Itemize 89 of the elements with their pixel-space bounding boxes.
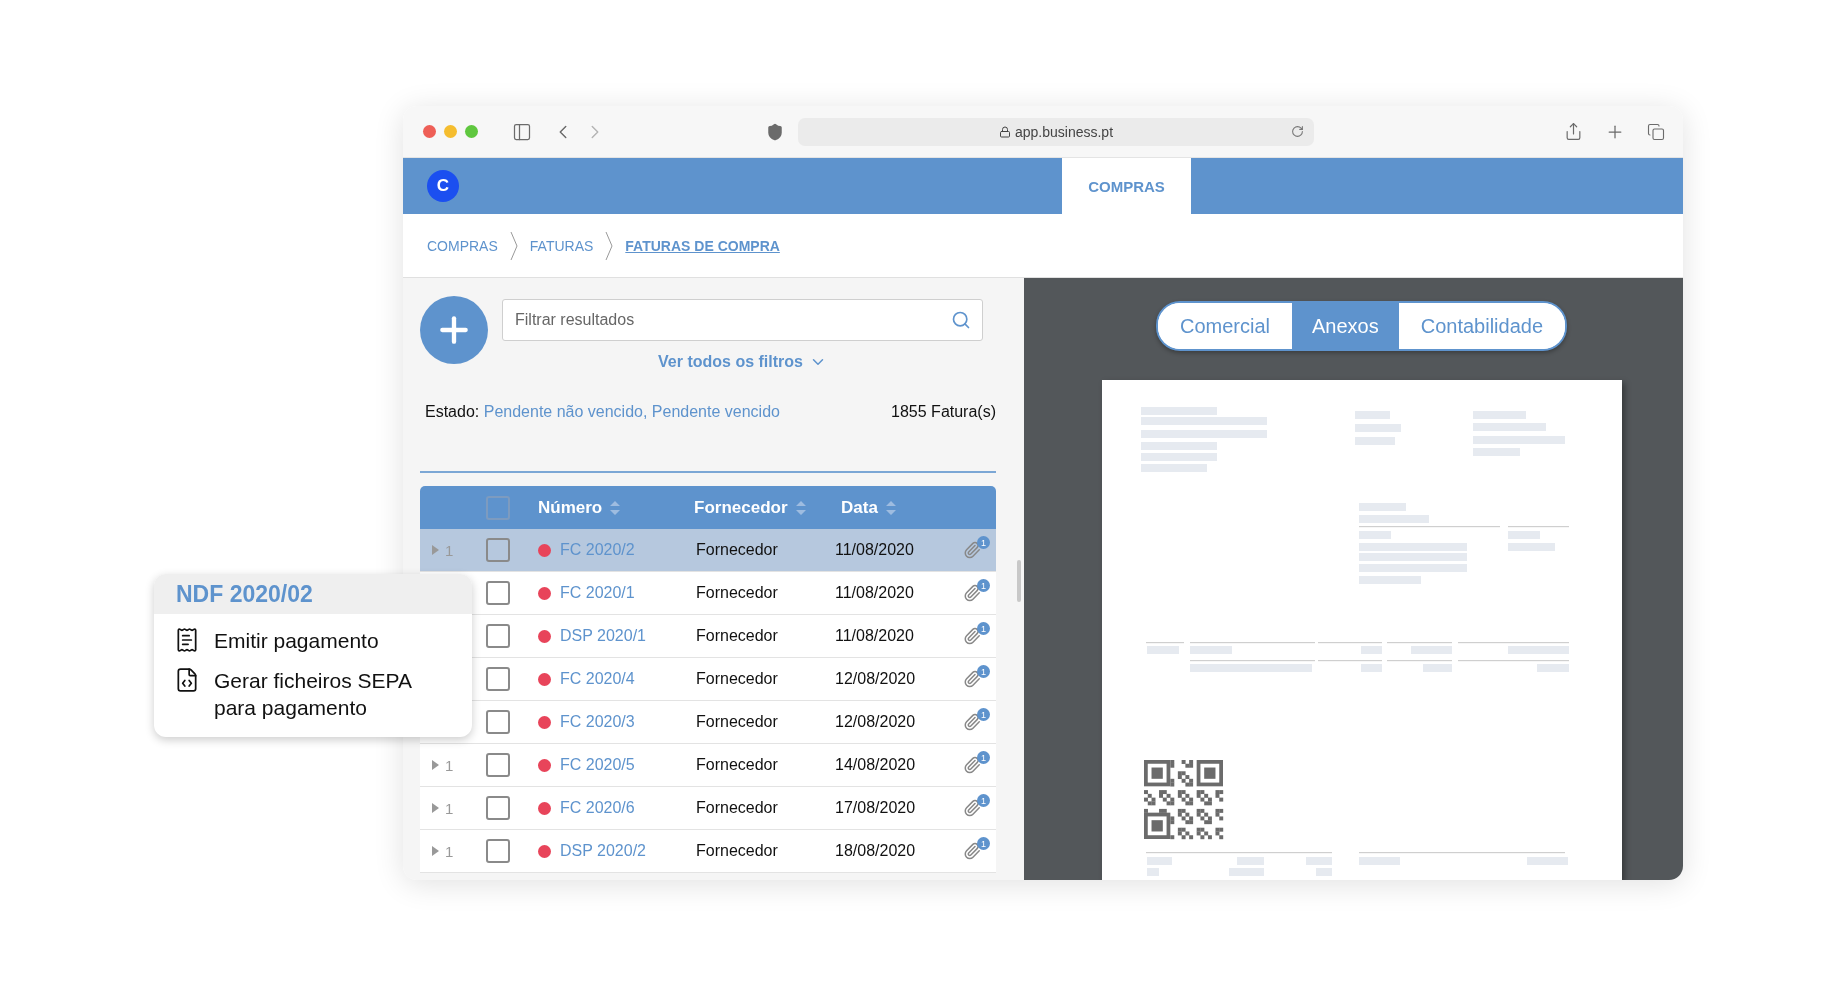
expand-caret-icon[interactable] [432,803,439,813]
scrollbar-thumb[interactable] [1016,560,1021,602]
paperclip-icon[interactable] [963,756,981,774]
child-count: 1 [445,756,454,774]
paperclip-icon[interactable] [963,584,981,602]
attachment-count-badge: 1 [977,579,990,592]
shield-icon[interactable] [766,122,784,141]
invoice-number-link[interactable]: FC 2020/2 [560,541,635,559]
column-header[interactable]: Data [841,497,878,518]
select-all-checkbox[interactable] [486,495,510,520]
invoice-number-link[interactable]: DSP 2020/2 [560,842,646,860]
attachment-count-badge: 1 [977,665,990,678]
attachment-count-badge: 1 [977,708,990,721]
date-cell-text: 11/08/2020 [834,584,915,602]
nav-tab[interactable]: COMPRAS [1062,158,1191,214]
paperclip-icon[interactable] [963,799,981,817]
invoice-number-link[interactable]: FC 2020/5 [560,756,635,774]
attachment-count-badge: 1 [977,751,990,764]
row-checkbox[interactable] [486,796,510,820]
search-field[interactable]: Filtrar resultados [502,299,983,341]
invoice-number-link[interactable]: FC 2020/6 [560,799,635,817]
date-cell-text: 11/08/2020 [834,541,915,559]
supplier-cell-text: Fornecedor [695,842,779,860]
attachment-count-badge: 1 [977,794,990,807]
date-cell-text: 17/08/2020 [834,799,917,817]
receipt-icon [174,627,200,653]
app-logo[interactable]: C [427,170,459,202]
attachment-count-badge: 1 [977,837,990,850]
breadcrumb-separator-icon [509,231,518,260]
date-cell-text: 18/08/2020 [834,842,917,860]
date-cell-text: 11/08/2020 [834,627,915,645]
code-file-icon [174,667,200,693]
invoice-number-link[interactable]: FC 2020/3 [560,713,635,731]
view-tab[interactable]: Contabilidade [1398,303,1566,349]
table-row[interactable]: 1 FC 2020/2 Fornecedor 11/08/2020 1 [420,529,996,572]
supplier-cell-text: Fornecedor [695,670,779,688]
child-count: 1 [445,541,454,559]
paperclip-icon[interactable] [963,713,981,731]
breadcrumb-link[interactable]: COMPRAS [427,237,498,254]
supplier-cell-text: Fornecedor [695,713,779,731]
column-header[interactable]: Fornecedor [694,497,788,518]
search-icon[interactable] [951,310,971,330]
row-checkbox[interactable] [486,753,510,777]
lock-icon [998,125,1011,138]
supplier-cell-text: Fornecedor [695,541,779,559]
invoice-number-link[interactable]: DSP 2020/1 [560,627,646,645]
supplier-cell-text: Fornecedor [695,799,779,817]
row-checkbox[interactable] [486,667,510,691]
address-bar[interactable]: app.business.pt [798,117,1314,146]
column-header[interactable]: Número [538,497,603,518]
row-checkbox[interactable] [486,581,510,605]
breadcrumb-separator-icon [605,231,614,260]
date-cell-text: 12/08/2020 [834,670,917,688]
attachment-count-badge: 1 [977,536,990,549]
menu-title: NDF 2020/02 [154,574,472,614]
breadcrumb-link[interactable]: FATURAS [529,237,594,254]
supplier-cell-text: Fornecedor [695,584,779,602]
reload-icon[interactable] [1291,124,1304,138]
supplier-cell-text: Fornecedor [695,627,779,645]
paperclip-icon[interactable] [963,842,981,860]
filters-link[interactable]: Ver todos os filtros [658,353,827,371]
tabs-overview-icon[interactable] [1647,122,1665,141]
view-tab[interactable]: Comercial [1157,303,1292,349]
invoice-number-link[interactable]: FC 2020/1 [560,584,635,602]
expand-caret-icon[interactable] [432,846,439,856]
date-cell-text: 12/08/2020 [834,713,917,731]
view-tab[interactable]: Anexos [1292,303,1399,349]
paperclip-icon[interactable] [963,627,981,645]
status-filter-link[interactable]: Pendente não vencido, Pendente vencido [483,403,780,420]
paperclip-icon[interactable] [963,670,981,688]
result-count: 1855 Fatura(s) [891,403,996,421]
supplier-cell-text: Fornecedor [695,756,779,774]
breadcrumb-link[interactable]: FATURAS DE COMPRA [625,237,780,254]
paperclip-icon[interactable] [963,541,981,559]
status-filter-text: Estado: Pendente não vencido, Pendente vencido [425,403,780,421]
row-checkbox[interactable] [486,538,510,562]
row-checkbox[interactable] [486,624,510,648]
row-checkbox[interactable] [486,710,510,734]
share-icon[interactable] [1564,122,1583,141]
row-checkbox[interactable] [486,839,510,863]
child-count: 1 [445,799,454,817]
sidebar-icon[interactable] [512,121,532,142]
date-cell-text: 14/08/2020 [834,756,917,774]
attachment-count-badge: 1 [977,622,990,635]
maximize-window-icon[interactable] [465,125,478,138]
expand-caret-icon[interactable] [432,760,439,770]
invoice-number-link[interactable]: FC 2020/4 [560,670,635,688]
close-window-icon[interactable] [423,125,436,138]
child-count: 1 [445,842,454,860]
